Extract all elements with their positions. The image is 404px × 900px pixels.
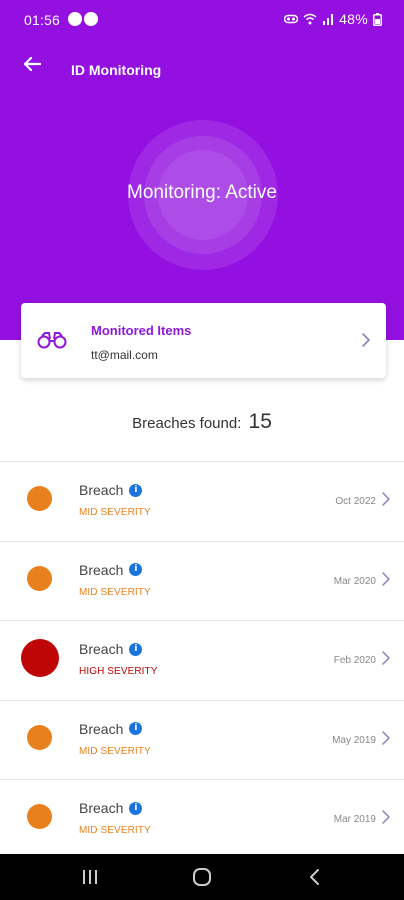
breach-row[interactable]: Breach i MID SEVERITY Oct 2022 [0, 461, 404, 541]
severity-indicator [27, 804, 52, 829]
system-nav-bar [0, 854, 404, 900]
breach-date: Feb 2020 [333, 655, 376, 666]
info-icon[interactable]: i [129, 642, 143, 656]
info-icon[interactable]: i [129, 722, 143, 735]
chevron-right-icon [382, 810, 390, 824]
home-icon[interactable] [190, 866, 214, 888]
breach-row[interactable]: Breach i MID SEVERITY Mar 2019 [0, 779, 404, 859]
status-bar: 01:56 48% [0, 0, 404, 40]
breach-date: Mar 2020 [333, 575, 376, 587]
severity-indicator [27, 565, 52, 591]
severity-label: MID SEVERITY [79, 825, 151, 836]
breaches-label: Breaches found: [132, 415, 242, 432]
breach-name: Breach [79, 641, 124, 657]
chevron-right-icon [382, 651, 390, 665]
monitored-items-title: Monitored Items [91, 323, 192, 338]
app-bar: ID Monitoring [0, 48, 404, 92]
monitored-items-card[interactable]: Monitored Items tt@mail.com [21, 303, 386, 378]
arrow-left-icon[interactable] [18, 50, 46, 78]
chevron-right-icon [382, 571, 390, 586]
breach-row[interactable]: Breach i MID SEVERITY Mar 2020 [0, 540, 404, 621]
recents-icon[interactable] [78, 866, 102, 888]
breach-label: Breach i [79, 482, 143, 498]
info-icon[interactable]: i [129, 801, 143, 815]
breach-label: Breach i [79, 800, 143, 816]
signal-icon [323, 14, 334, 25]
breaches-summary: Breaches found: 15 [0, 410, 404, 434]
breaches-count: 15 [248, 410, 272, 433]
breach-date: Mar 2019 [333, 814, 376, 825]
breach-name: Breach [79, 720, 124, 737]
breach-row[interactable]: Breach i MID SEVERITY May 2019 [0, 699, 404, 780]
severity-indicator [21, 639, 59, 677]
battery-icon [373, 12, 382, 26]
severity-indicator [27, 486, 52, 511]
info-icon[interactable]: i [129, 483, 143, 497]
battery-level: 48% [339, 11, 368, 27]
status-icons: 48% [284, 11, 382, 27]
breach-row[interactable]: Breach i HIGH SEVERITY Feb 2020 [0, 620, 404, 700]
breach-label: Breach i [79, 641, 143, 657]
chevron-right-icon [382, 492, 390, 506]
page-title: ID Monitoring [71, 62, 162, 78]
breach-date: Oct 2022 [335, 496, 376, 507]
binoculars-icon [37, 332, 67, 349]
info-icon[interactable]: i [129, 563, 143, 576]
chevron-right-icon [382, 730, 390, 745]
breach-label: Breach i [79, 720, 143, 737]
chevron-right-icon [362, 333, 370, 347]
severity-label: HIGH SEVERITY [79, 666, 158, 677]
breach-label: Breach i [79, 561, 143, 578]
app-notification-icon [68, 12, 82, 26]
monitored-email: tt@mail.com [91, 348, 158, 362]
severity-label: MID SEVERITY [79, 586, 151, 598]
back-icon[interactable] [303, 866, 327, 888]
wifi-icon [303, 13, 317, 25]
notification-icons [68, 12, 98, 26]
breach-name: Breach [79, 561, 124, 578]
app-notification-icon [84, 12, 98, 26]
breach-name: Breach [79, 482, 124, 498]
severity-label: MID SEVERITY [79, 507, 151, 518]
status-time: 01:56 [24, 12, 61, 28]
severity-label: MID SEVERITY [79, 745, 151, 757]
breach-list: Breach i MID SEVERITY Oct 2022 Breach i … [0, 461, 404, 859]
vpn-icon [284, 14, 299, 24]
breach-date: May 2019 [332, 734, 376, 746]
monitoring-status: Monitoring: Active [127, 182, 277, 203]
severity-indicator [27, 724, 52, 750]
breach-name: Breach [79, 800, 124, 816]
